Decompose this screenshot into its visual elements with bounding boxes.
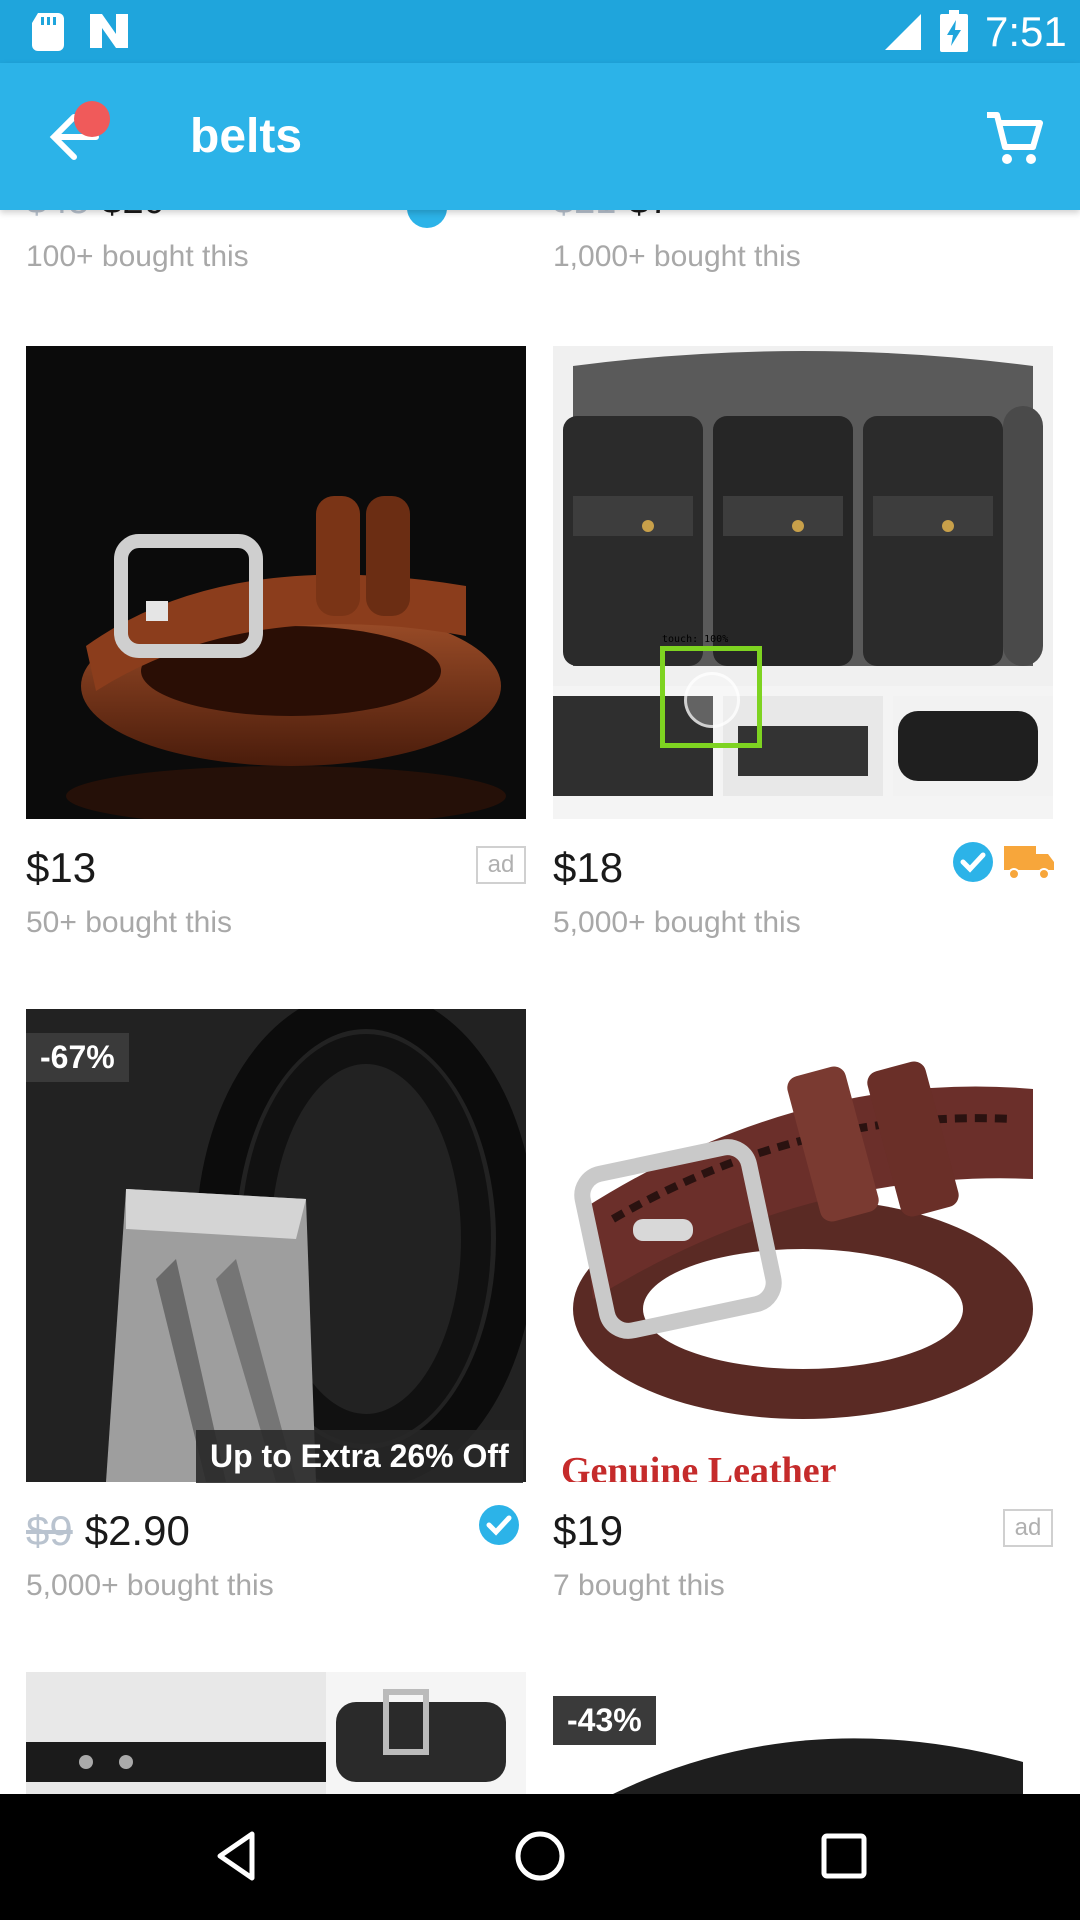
touch-indicator-label: touch: 100% — [662, 634, 729, 645]
discount-badge: -43% — [553, 1696, 656, 1745]
fast-shipping-truck-icon — [1004, 846, 1054, 880]
tactical-belt-image — [553, 346, 1053, 796]
bought-count: 7 bought this — [553, 1569, 725, 1602]
home-nav-icon[interactable] — [508, 1824, 572, 1888]
bought-count: 5,000+ bought this — [553, 906, 801, 939]
prev-price-left: $45$20 — [26, 210, 165, 223]
app-bar: belts — [0, 63, 1080, 210]
navigation-bar — [0, 1794, 1080, 1920]
verified-icon — [953, 842, 993, 882]
verified-icon — [407, 210, 447, 228]
embossed-belt-image — [573, 1061, 1033, 1419]
product-price: $18 — [553, 844, 624, 891]
studded-belt-image — [26, 1672, 506, 1794]
verified-icon — [479, 1505, 519, 1545]
cart-icon[interactable] — [985, 109, 1043, 167]
product-image[interactable] — [26, 346, 526, 819]
prev-sold-left: 100+ bought this — [26, 240, 249, 273]
current-price: $2.90 — [84, 1507, 190, 1554]
notification-dot — [74, 101, 110, 137]
back-nav-icon[interactable] — [204, 1824, 268, 1888]
previous-row: $45$20 100+ bought this $21$7 1,000+ bou… — [0, 210, 1080, 273]
battery-charging-icon — [940, 10, 968, 52]
product-price: $9 $2.90 — [26, 1507, 190, 1555]
image-caption: Genuine Leather — [561, 1450, 837, 1482]
product-image[interactable]: Genuine Leather — [553, 1009, 1053, 1482]
promo-banner: Up to Extra 26% Off — [196, 1430, 523, 1483]
prev-sold-right: 1,000+ bought this — [553, 240, 801, 273]
sd-card-icon — [32, 13, 64, 51]
page-title: belts — [190, 110, 303, 163]
ad-badge: ad — [1003, 1509, 1053, 1547]
recents-nav-icon[interactable] — [812, 1824, 876, 1888]
product-price: $13 — [26, 844, 97, 891]
discount-badge: -67% — [26, 1033, 129, 1082]
product-grid[interactable]: $45$20 100+ bought this $21$7 1,000+ bou… — [0, 210, 1080, 1794]
bought-count: 50+ bought this — [26, 906, 233, 939]
brown-belt-image — [66, 496, 506, 819]
status-time: 7:51 — [985, 8, 1067, 55]
product-image[interactable] — [553, 346, 1053, 819]
notification-icon — [90, 14, 128, 48]
bought-count: 5,000+ bought this — [26, 1569, 274, 1602]
old-price: $9 — [26, 1507, 73, 1554]
prev-price-right: $21$7 — [553, 210, 671, 223]
ad-badge: ad — [476, 846, 526, 884]
signal-icon — [885, 14, 921, 50]
product-image[interactable] — [26, 1672, 526, 1794]
status-bar: 7:51 — [0, 0, 1080, 63]
product-price: $19 — [553, 1507, 624, 1554]
touch-point — [684, 672, 740, 728]
